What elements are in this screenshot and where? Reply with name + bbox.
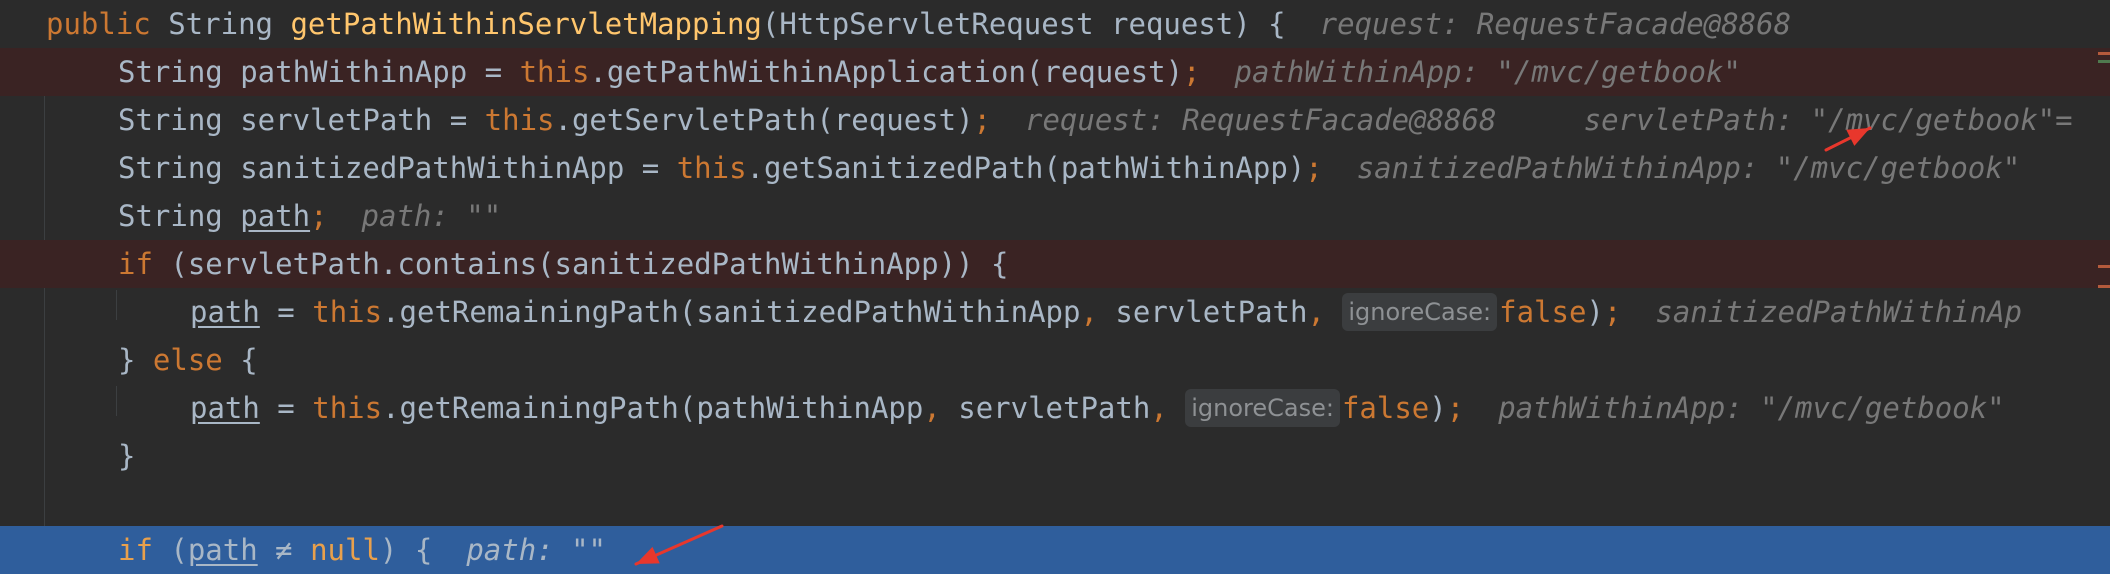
code-token: null	[310, 533, 380, 567]
code-token: ,	[1080, 295, 1098, 329]
code-token: ,	[1150, 391, 1186, 425]
code-text: public String getPathWithinServletMappin…	[46, 0, 1791, 48]
code-token: ;	[973, 103, 991, 137]
gutter-marker[interactable]	[2098, 52, 2110, 55]
code-editor[interactable]: public String getPathWithinServletMappin…	[0, 0, 2110, 574]
code-token: .getSanitizedPath(pathWithinApp)	[746, 151, 1306, 185]
code-token: ;	[310, 199, 328, 233]
debug-inline-value: pathWithinApp: "/mvc/getbook"	[1498, 391, 2005, 425]
code-token: this	[676, 151, 747, 185]
gutter-marker[interactable]	[2098, 285, 2110, 288]
code-token: path	[190, 391, 260, 425]
code-token: }	[118, 439, 136, 473]
debug-inline-value: request: RequestFacade@8868 servletPath:…	[1025, 103, 2073, 137]
code-token: =	[259, 295, 313, 329]
debug-inline-value: sanitizedPathWithinAp	[1655, 295, 2023, 329]
debug-inline-value: path: ""	[361, 199, 502, 233]
code-token: String pathWithinApp =	[118, 55, 520, 89]
code-token: if	[118, 247, 153, 281]
code-token: if	[118, 533, 153, 567]
code-token: ;	[1603, 295, 1622, 329]
code-token: this	[519, 55, 590, 89]
code-token: ;	[1183, 55, 1201, 89]
code-line-sanitized-path[interactable]: String sanitizedPathWithinApp = this.get…	[0, 144, 2110, 192]
code-token: false	[1341, 391, 1430, 425]
code-token: {	[222, 343, 258, 377]
code-token: )	[1586, 295, 1604, 329]
code-token: servletPath	[940, 391, 1151, 425]
code-token: ;	[1305, 151, 1323, 185]
code-token: .getRemainingPath(pathWithinApp	[382, 391, 924, 425]
code-line-blank[interactable]	[0, 480, 2110, 528]
code-token: path	[190, 295, 260, 329]
code-token: this	[484, 103, 555, 137]
code-text: path = this.getRemainingPath(sanitizedPa…	[190, 288, 2022, 336]
code-token: =	[259, 391, 313, 425]
code-token: .getServletPath(request)	[554, 103, 974, 137]
code-token: ) {	[379, 533, 433, 567]
parameter-hint: ignoreCase:	[1342, 293, 1498, 331]
code-text: path = this.getRemainingPath(pathWithinA…	[190, 384, 2005, 432]
code-token: this	[312, 295, 383, 329]
code-token: ,	[1307, 295, 1343, 329]
code-line-servlet-path[interactable]: String servletPath = this.getServletPath…	[0, 96, 2110, 144]
code-token: }	[118, 343, 153, 377]
code-text: String servletPath = this.getServletPath…	[118, 96, 2073, 144]
code-text: if (servletPath.contains(sanitizedPathWi…	[118, 240, 1008, 288]
code-line-path-assign-app[interactable]: path = this.getRemainingPath(pathWithinA…	[0, 384, 2110, 432]
code-token: (servletPath.contains(sanitizedPathWithi…	[152, 247, 1009, 281]
code-text: if (path ≠ null) { path: ""	[118, 526, 606, 574]
code-token: (	[152, 533, 188, 567]
code-token: false	[1499, 295, 1587, 329]
gutter-marker[interactable]	[2098, 60, 2110, 63]
code-token: else	[152, 343, 223, 377]
code-line-path-declaration[interactable]: String path; path: ""	[0, 192, 2110, 240]
code-token: .getPathWithinApplication(request)	[589, 55, 1184, 89]
code-token: servletPath	[1097, 295, 1308, 329]
gutter-marker[interactable]	[2098, 265, 2110, 268]
debug-inline-value: request: RequestFacade@8868	[1319, 7, 1792, 41]
code-token: ≠	[257, 533, 311, 567]
parameter-hint: ignoreCase:	[1185, 389, 1340, 427]
code-token: String	[118, 199, 241, 233]
code-token: String sanitizedPathWithinApp =	[118, 151, 677, 185]
code-line-method-signature[interactable]: public String getPathWithinServletMappin…	[0, 0, 2110, 48]
code-token: String	[150, 7, 291, 41]
debug-inline-value: sanitizedPathWithinApp: "/mvc/getbook"	[1356, 151, 2021, 185]
code-text: String sanitizedPathWithinApp = this.get…	[118, 144, 2020, 192]
code-token: )	[1429, 391, 1447, 425]
code-line-close-brace[interactable]: }	[0, 432, 2110, 480]
code-token: ;	[1446, 391, 1465, 425]
code-token: path	[187, 533, 258, 567]
code-line-else-branch[interactable]: } else {	[0, 336, 2110, 384]
code-token: .getRemainingPath(sanitizedPathWithinApp	[382, 295, 1081, 329]
code-token: public	[46, 7, 151, 41]
code-token: ,	[923, 391, 941, 425]
code-line-if-path-not-null[interactable]: if (path ≠ null) { path: ""	[0, 526, 2110, 574]
code-line-path-within-app[interactable]: String pathWithinApp = this.getPathWithi…	[0, 48, 2110, 96]
code-line-path-assign-sanitized[interactable]: path = this.getRemainingPath(sanitizedPa…	[0, 288, 2110, 336]
code-token: String servletPath =	[118, 103, 485, 137]
code-text: } else {	[118, 336, 258, 384]
debug-inline-value: path: ""	[466, 533, 606, 567]
code-text: }	[118, 432, 135, 480]
code-token: this	[312, 391, 383, 425]
debug-inline-value: pathWithinApp: "/mvc/getbook"	[1234, 55, 1741, 89]
code-token: getPathWithinServletMapping	[290, 7, 762, 41]
code-token: path	[240, 199, 311, 233]
code-token: (HttpServletRequest request) {	[761, 7, 1286, 41]
code-line-if-contains[interactable]: if (servletPath.contains(sanitizedPathWi…	[0, 240, 2110, 288]
code-text: String pathWithinApp = this.getPathWithi…	[118, 48, 1741, 96]
code-text: String path; path: ""	[118, 192, 501, 240]
